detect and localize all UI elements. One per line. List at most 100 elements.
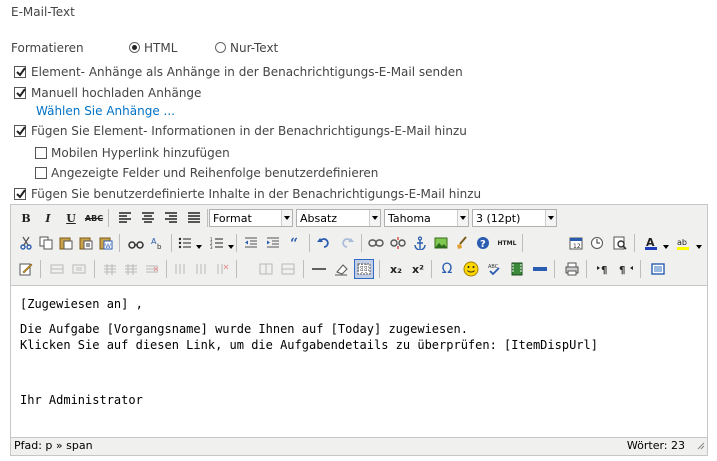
chevron-down-icon xyxy=(369,210,380,226)
cleanup-icon[interactable] xyxy=(452,233,472,253)
special-char-button[interactable]: Ω xyxy=(437,259,457,279)
row-after-icon[interactable] xyxy=(121,259,141,279)
link-icon[interactable] xyxy=(366,233,386,253)
col-after-icon[interactable] xyxy=(191,259,211,279)
font-color-icon[interactable]: A xyxy=(641,233,661,253)
chevron-down-icon[interactable] xyxy=(196,245,202,249)
rtl-icon[interactable]: ¶ xyxy=(616,259,636,279)
copy-icon[interactable] xyxy=(36,233,56,253)
bold-button[interactable]: B xyxy=(16,208,36,228)
paste-icon[interactable] xyxy=(56,233,76,253)
svg-text:b: b xyxy=(157,243,162,250)
manual-upload-checkbox[interactable] xyxy=(14,87,26,99)
superscript-button[interactable]: x² xyxy=(408,259,428,279)
layer-abs-icon[interactable] xyxy=(69,259,89,279)
custom-fields-checkbox[interactable] xyxy=(35,167,47,179)
font-select-value: Tahoma xyxy=(388,212,431,225)
toolbar-separator xyxy=(108,209,109,227)
toolbar-separator xyxy=(634,234,635,252)
font-select[interactable]: Tahoma xyxy=(384,209,469,227)
spellcheck-icon[interactable]: ABC xyxy=(484,259,504,279)
redo-icon[interactable] xyxy=(337,233,357,253)
custom-content-label: Fügen Sie benutzerdefinierte Inhalte in … xyxy=(31,187,482,201)
anchor-icon[interactable] xyxy=(410,233,430,253)
section-title: E-Mail-Text xyxy=(11,5,75,19)
mobile-link-checkbox[interactable] xyxy=(35,147,47,159)
split-cells-icon[interactable] xyxy=(256,259,276,279)
highlight-color-icon[interactable]: ab xyxy=(673,233,693,253)
italic-button[interactable]: I xyxy=(38,208,58,228)
emoticon-icon[interactable] xyxy=(461,259,481,279)
html-source-button[interactable]: HTML xyxy=(495,233,519,253)
layer-icon[interactable] xyxy=(47,259,67,279)
row-before-icon[interactable] xyxy=(100,259,120,279)
toolbar-row-3: x₂ x² Ω ABC ¶ ¶ xyxy=(11,259,707,283)
preview-icon[interactable] xyxy=(610,233,630,253)
col-before-icon[interactable] xyxy=(170,259,190,279)
align-left-icon[interactable] xyxy=(115,208,135,228)
delete-col-icon[interactable] xyxy=(212,259,232,279)
font-size-select[interactable]: 3 (12pt) xyxy=(472,209,557,227)
bullet-list-icon[interactable] xyxy=(175,233,195,253)
indent-icon[interactable] xyxy=(263,233,283,253)
blockquote-icon[interactable]: “ xyxy=(286,233,306,253)
toolbar-separator xyxy=(236,234,237,252)
paste-word-icon[interactable]: W xyxy=(96,233,116,253)
editor-content-area[interactable]: [Zugewiesen an] , Die Aufgabe [Vorgangsn… xyxy=(11,285,707,438)
content-line-task: Die Aufgabe [Vorgangsname] wurde Ihnen a… xyxy=(20,322,468,336)
chevron-down-icon[interactable] xyxy=(663,245,669,249)
media-icon[interactable] xyxy=(507,259,527,279)
paragraph-select[interactable]: Absatz xyxy=(296,209,381,227)
unlink-icon[interactable] xyxy=(388,233,408,253)
chevron-down-icon[interactable] xyxy=(228,245,234,249)
font-size-select-value: 3 (12pt) xyxy=(476,212,521,225)
insert-date-icon[interactable]: 12 xyxy=(566,233,586,253)
paragraph-select-value: Absatz xyxy=(300,212,338,225)
find-icon[interactable] xyxy=(126,233,146,253)
insert-time-icon[interactable] xyxy=(587,233,607,253)
checkmark-icon xyxy=(16,189,26,199)
cut-icon[interactable] xyxy=(16,233,36,253)
image-icon[interactable] xyxy=(431,233,451,253)
ltr-icon[interactable]: ¶ xyxy=(594,259,614,279)
svg-text:3: 3 xyxy=(210,245,213,249)
chevron-down-icon[interactable] xyxy=(696,245,702,249)
custom-content-checkbox[interactable] xyxy=(14,188,26,200)
format-html-radio[interactable] xyxy=(129,42,140,53)
format-select-value: Format xyxy=(213,212,252,225)
align-justify-icon[interactable] xyxy=(184,208,204,228)
format-text-radio[interactable] xyxy=(215,42,226,53)
merge-cells-icon[interactable] xyxy=(278,259,298,279)
underline-button[interactable]: U xyxy=(61,208,81,228)
resize-handle-icon[interactable] xyxy=(695,440,705,453)
toolbar-separator xyxy=(207,209,208,227)
choose-attachments-link[interactable]: Wählen Sie Anhänge ... xyxy=(36,104,175,118)
nonbreaking-space-icon[interactable] xyxy=(530,259,550,279)
manual-upload-label: Manuell hochladen Anhänge xyxy=(31,86,202,100)
horizontal-rule-icon[interactable] xyxy=(309,259,329,279)
checkmark-icon xyxy=(16,67,26,77)
help-icon[interactable]: ? xyxy=(473,233,493,253)
fullscreen-icon[interactable] xyxy=(648,259,668,279)
visual-aid-icon[interactable] xyxy=(354,259,374,279)
eraser-icon[interactable] xyxy=(331,259,351,279)
checkmark-icon xyxy=(16,88,26,98)
print-icon[interactable] xyxy=(562,259,582,279)
subscript-button[interactable]: x₂ xyxy=(386,259,406,279)
replace-icon[interactable]: Ab xyxy=(148,233,168,253)
delete-row-icon[interactable] xyxy=(142,259,162,279)
content-line-signature: Ihr Administrator xyxy=(20,393,143,407)
undo-icon[interactable] xyxy=(314,233,334,253)
align-right-icon[interactable] xyxy=(161,208,181,228)
align-center-icon[interactable] xyxy=(138,208,158,228)
item-info-checkbox[interactable] xyxy=(14,125,26,137)
numbered-list-icon[interactable]: 123 xyxy=(207,233,227,253)
strikethrough-button[interactable]: ABC xyxy=(84,208,104,228)
edit-css-icon[interactable] xyxy=(16,259,36,279)
element-path: Pfad: p » span xyxy=(14,439,93,452)
format-select[interactable]: Format xyxy=(209,209,293,227)
format-text-label: Nur-Text xyxy=(230,41,279,55)
paste-text-icon[interactable] xyxy=(76,233,96,253)
send-attachments-checkbox[interactable] xyxy=(14,66,26,78)
outdent-icon[interactable] xyxy=(241,233,261,253)
